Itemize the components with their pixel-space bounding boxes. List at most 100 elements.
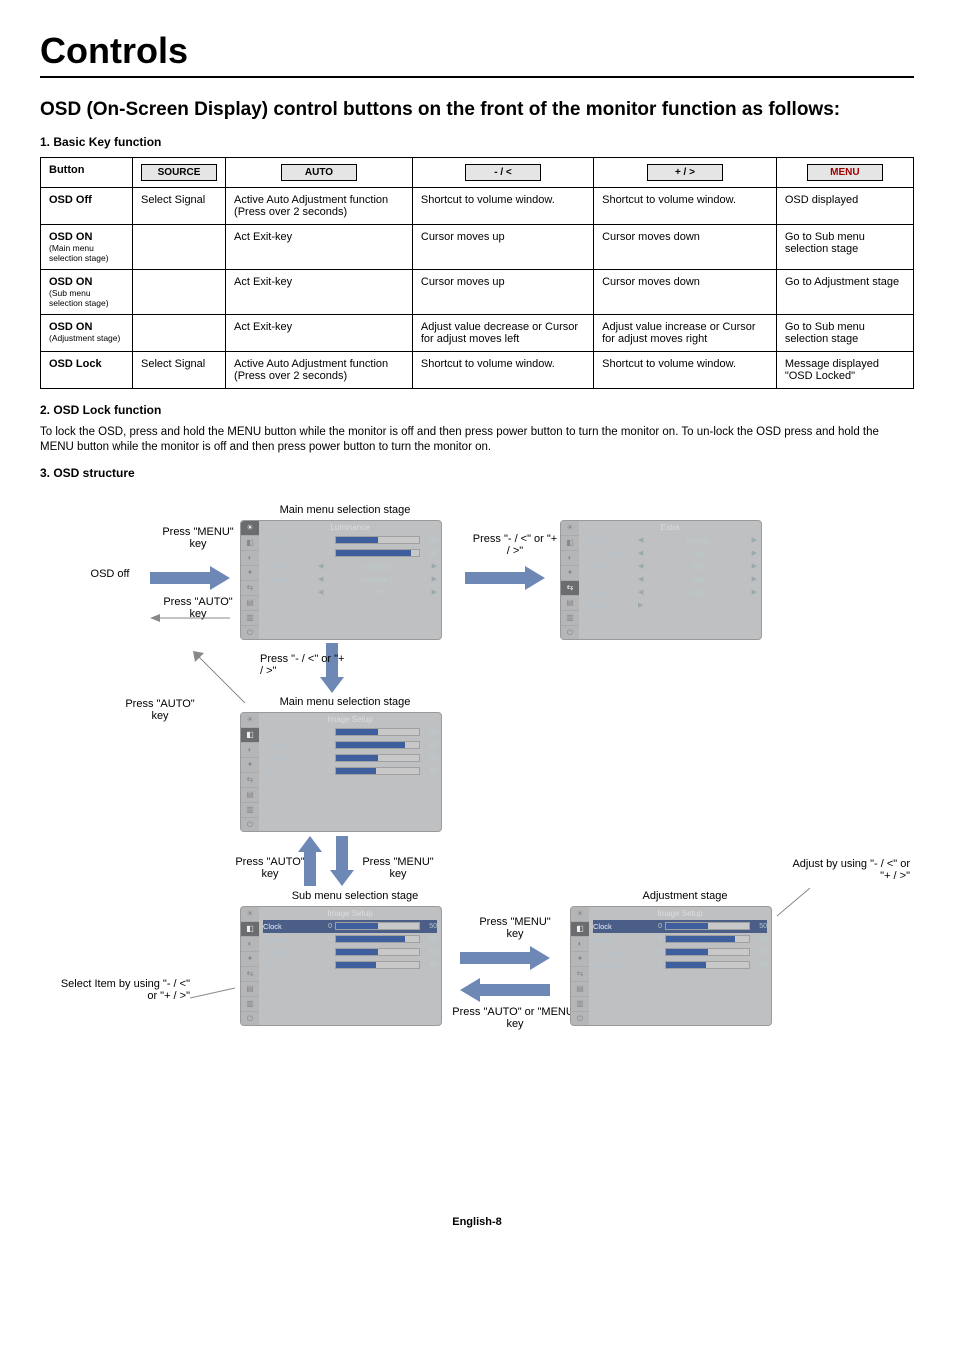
table-row: OSD ON(Sub menu selection stage)Act Exit… xyxy=(41,269,914,314)
panel-title: Image Setup xyxy=(263,909,437,918)
nav-icon: ☀ xyxy=(241,907,259,922)
label-press-auto-3: Press "AUTO" key xyxy=(235,856,305,880)
nav-icon: ⏻ xyxy=(571,1012,589,1026)
page-footer: English-8 xyxy=(40,1216,914,1228)
label-press-menu-2: Press "MENU" key xyxy=(358,856,438,880)
nav-icon: ◐ xyxy=(561,551,579,566)
th-minus: - / < xyxy=(412,157,593,187)
table-row: OSD ON(Main menu selection stage)Act Exi… xyxy=(41,224,914,269)
nav-icon: ⇆ xyxy=(561,581,579,596)
osd-panel-image-sub: ☀ ◧ ◐ ✦ ⇆ ▤ ▥ ⏻ Image SetupClock050Focus… xyxy=(240,906,442,1026)
nav-icon: ▥ xyxy=(241,611,259,626)
label-sub-stage: Sub menu selection stage xyxy=(265,890,445,902)
minus-button-label: - / < xyxy=(465,164,541,181)
arrow-left-1 xyxy=(150,613,230,623)
menu-button-label: MENU xyxy=(807,164,883,181)
label-press-menu-1: Press "MENU" key xyxy=(158,526,238,550)
arrow-diag-1 xyxy=(190,648,250,708)
arrow-right-1 xyxy=(150,566,230,590)
th-button: Button xyxy=(41,157,133,187)
page-title: Controls xyxy=(40,30,914,72)
label-press-auto-or-menu: Press "AUTO" or "MENU" key xyxy=(450,1006,580,1030)
nav-icon: ☀ xyxy=(561,521,579,536)
nav-icon: ◧ xyxy=(561,536,579,551)
th-source: SOURCE xyxy=(133,157,226,187)
nav-icon: ◐ xyxy=(241,937,259,952)
nav-icon: ⇆ xyxy=(241,581,259,596)
label-adjust-by: Adjust by using "- / <" or "+ / >" xyxy=(780,858,910,882)
nav-icon: ◧ xyxy=(571,922,589,937)
table-row: OSD ON(Adjustment stage)Act Exit-keyAdju… xyxy=(41,314,914,351)
arrow-pointer-2 xyxy=(775,888,815,918)
subheading-2: 2. OSD Lock function xyxy=(40,403,914,417)
table-row: OSD LockSelect SignalActive Auto Adjustm… xyxy=(41,351,914,388)
nav-icon: ☀ xyxy=(241,713,259,728)
nav-icon: ☀ xyxy=(571,907,589,922)
plus-button-label: + / > xyxy=(647,164,723,181)
arrow-left-2 xyxy=(460,978,550,1002)
nav-icon: ⏻ xyxy=(561,626,579,640)
source-button-label: SOURCE xyxy=(141,164,217,181)
osd-panel-luminance: ☀ ◧ ◐ ✦ ⇆ ▤ ▥ ⏻ LuminanceContrast050Brig… xyxy=(240,520,442,640)
nav-icon: ◐ xyxy=(241,551,259,566)
section-heading: OSD (On-Screen Display) control buttons … xyxy=(40,98,914,123)
nav-icon: ▥ xyxy=(241,803,259,818)
th-menu: MENU xyxy=(776,157,913,187)
nav-icon: ▤ xyxy=(241,596,259,611)
nav-icon: ▥ xyxy=(561,611,579,626)
nav-icon: ▤ xyxy=(571,982,589,997)
label-press-pm-1: Press "- / <" or "+ / >" xyxy=(470,533,560,557)
nav-icon: ▤ xyxy=(241,982,259,997)
nav-icon: ▥ xyxy=(571,997,589,1012)
arrow-right-2 xyxy=(465,566,545,590)
nav-icon: ▥ xyxy=(241,997,259,1012)
nav-icon: ✦ xyxy=(561,566,579,581)
nav-icon: ⇆ xyxy=(241,967,259,982)
nav-icon: ▤ xyxy=(241,788,259,803)
nav-icon: ◧ xyxy=(241,536,259,551)
osd-lock-text: To lock the OSD, press and hold the MENU… xyxy=(40,425,914,456)
panel-title: Extra xyxy=(583,523,757,532)
nav-icon: ✦ xyxy=(241,566,259,581)
panel-title: Image Setup xyxy=(263,715,437,724)
subheading-3: 3. OSD structure xyxy=(40,466,914,480)
arrow-right-3 xyxy=(460,946,550,970)
auto-button-label: AUTO xyxy=(281,164,357,181)
table-row: OSD OffSelect SignalActive Auto Adjustme… xyxy=(41,187,914,224)
label-select-item: Select Item by using "- / <" or "+ / >" xyxy=(50,978,190,1002)
nav-icon: ◧ xyxy=(241,728,259,743)
nav-icon: ◐ xyxy=(241,743,259,758)
th-plus: + / > xyxy=(594,157,777,187)
label-osd-off: OSD off xyxy=(80,568,140,580)
nav-icon: ◐ xyxy=(571,937,589,952)
label-main-stage-2: Main menu selection stage xyxy=(255,696,435,708)
arrow-up-1 xyxy=(298,836,322,886)
title-rule xyxy=(40,76,914,78)
label-press-menu-3: Press "MENU" key xyxy=(470,916,560,940)
nav-icon: ▤ xyxy=(561,596,579,611)
panel-title: Luminance xyxy=(263,523,437,532)
nav-icon: ✦ xyxy=(241,952,259,967)
nav-icon: ⏻ xyxy=(241,626,259,640)
nav-icon: ⏻ xyxy=(241,818,259,832)
nav-icon: ◧ xyxy=(241,922,259,937)
label-adj-stage: Adjustment stage xyxy=(605,890,765,902)
th-auto: AUTO xyxy=(226,157,413,187)
osd-panel-image-main: ☀ ◧ ◐ ✦ ⇆ ▤ ▥ ⏻ Image SetupClock050Focus… xyxy=(240,712,442,832)
osd-structure-diagram: OSD off Press "MENU" key Press "AUTO" ke… xyxy=(40,488,914,1208)
nav-icon: ✦ xyxy=(241,758,259,773)
nav-icon: ⇆ xyxy=(241,773,259,788)
key-function-table: Button SOURCE AUTO - / < + / > MENU OSD … xyxy=(40,157,914,389)
subheading-1: 1. Basic Key function xyxy=(40,135,914,149)
label-main-stage-1: Main menu selection stage xyxy=(255,504,435,516)
nav-icon: ⏻ xyxy=(241,1012,259,1026)
osd-panel-image-adj: ☀ ◧ ◐ ✦ ⇆ ▤ ▥ ⏻ Image SetupClock050Focus… xyxy=(570,906,772,1026)
arrow-pointer-1 xyxy=(190,986,240,1001)
nav-icon: ☀ xyxy=(241,521,259,536)
nav-icon: ⇆ xyxy=(571,967,589,982)
panel-title: Image Setup xyxy=(593,909,767,918)
osd-panel-extra: ☀ ◧ ◐ ✦ ⇆ ▤ ▥ ⏻ ExtraInput Select◀Analog… xyxy=(560,520,762,640)
label-press-pm-2: Press "- / <" or "+ / >" xyxy=(260,653,350,677)
label-press-auto-2: Press "AUTO" key xyxy=(120,698,200,722)
arrow-down-2 xyxy=(330,836,354,886)
